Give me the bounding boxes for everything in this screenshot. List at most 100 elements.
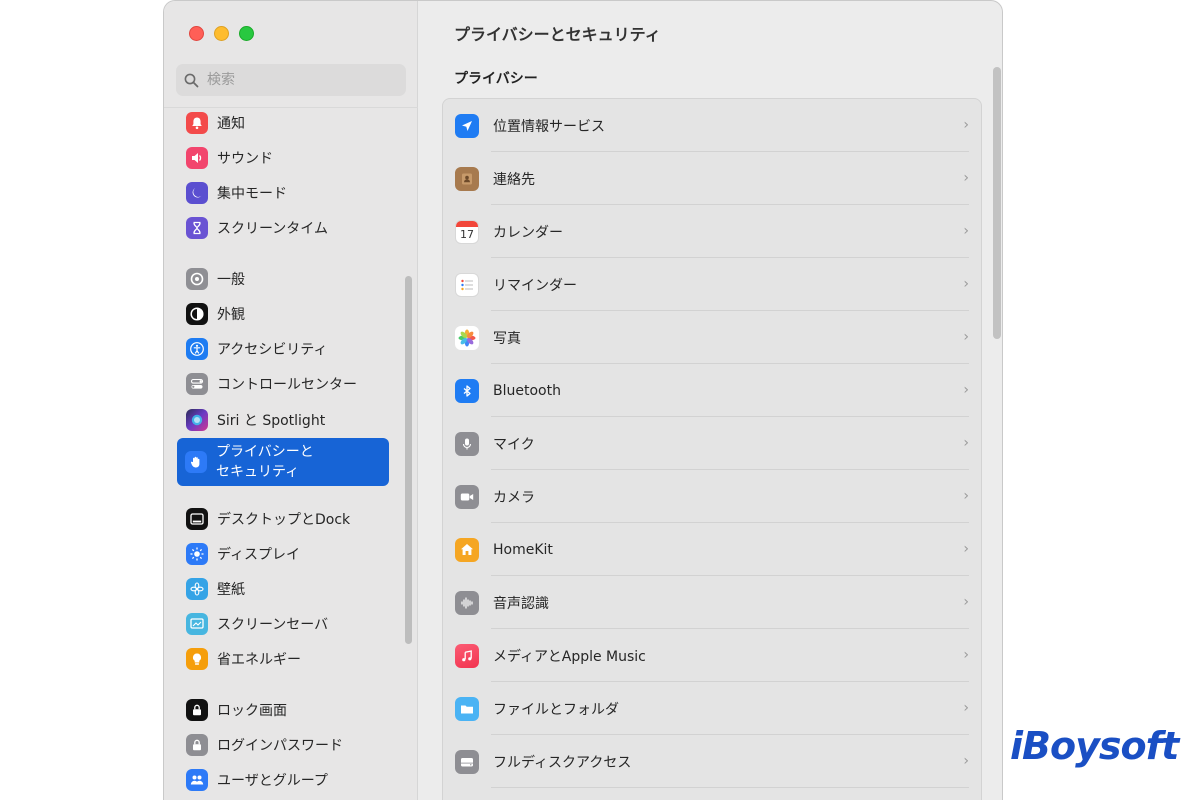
sidebar-item-label: スクリーンタイム [217,221,329,237]
privacy-item-calendar[interactable]: 17 カレンダー › [443,205,981,258]
sidebar-item-label: 一般 [217,272,245,288]
chevron-right-icon: › [963,435,969,451]
chevron-right-icon: › [963,170,969,186]
privacy-item-contacts[interactable]: 連絡先 › [443,152,981,205]
disk-icon [455,749,479,774]
privacy-item-label: メディアとApple Music [493,648,646,665]
music-icon [455,643,479,668]
privacy-item-bluetooth[interactable]: Bluetooth › [443,364,981,417]
sidebar-item-label: プライバシーと セキュリティ [216,444,314,480]
sidebar-item-focus[interactable]: 集中モード [178,178,388,208]
logo-text: iBoysoft [1010,724,1179,768]
chevron-right-icon: › [963,541,969,557]
sidebar-item-label: 外観 [217,307,245,323]
users-icon [186,769,208,791]
chevron-right-icon: › [963,753,969,769]
sidebar-item-siri-spotlight[interactable]: Siri と Spotlight [178,405,388,435]
sidebar-item-desktop-dock[interactable]: デスクトップとDock [178,504,388,534]
bell-icon [186,112,208,134]
privacy-item-media-apple-music[interactable]: メディアとApple Music › [443,629,981,682]
sidebar-item-notifications[interactable]: 通知 [178,108,388,138]
privacy-item-location-services[interactable]: 位置情報サービス › [443,99,981,152]
privacy-item-label: HomeKit [493,541,553,558]
sidebar-item-screen-time[interactable]: スクリーンタイム [178,213,388,243]
reminders-icon [455,272,479,297]
microphone-icon [455,431,479,456]
chevron-right-icon: › [963,329,969,345]
privacy-item-microphone[interactable]: マイク › [443,417,981,470]
sidebar-item-energy-saver[interactable]: 省エネルギー [178,644,388,674]
camera-icon [455,484,479,509]
sidebar-item-label: ロック画面 [217,703,287,719]
privacy-item-homekit[interactable]: HomeKit › [443,523,981,576]
location-arrow-icon [455,113,479,138]
sidebar-item-control-center[interactable]: コントロールセンター [178,369,388,399]
sidebar-item-accessibility[interactable]: アクセシビリティ [178,334,388,364]
accessibility-icon [186,338,208,360]
privacy-item-label: カメラ [493,489,535,506]
chevron-right-icon: › [963,117,969,133]
privacy-item-files-folders[interactable]: ファイルとフォルダ › [443,682,981,735]
privacy-item-photos[interactable]: 写真 › [443,311,981,364]
chevron-right-icon: › [963,382,969,398]
sidebar-item-label: サウンド [217,151,273,167]
search-icon [184,73,199,87]
sidebar: 通知 サウンド 集中モード スクリーンタイム 一般 [164,1,418,800]
zoom-button[interactable] [239,26,254,41]
sidebar-item-label: ディスプレイ [217,547,301,563]
section-title: プライバシー [454,71,538,87]
sidebar-item-users-groups[interactable]: ユーザとグループ [178,765,388,795]
screensaver-icon [186,613,208,635]
close-button[interactable] [189,26,204,41]
chevron-right-icon: › [963,276,969,292]
appearance-icon [186,303,208,325]
watermark-logo: iBoysoft [1010,724,1179,768]
moon-icon [186,182,208,204]
gear-icon [186,268,208,290]
sidebar-item-login-password[interactable]: ログインパスワード [178,730,388,760]
sidebar-item-privacy-security[interactable]: プライバシーと セキュリティ [177,438,389,486]
sidebar-item-general[interactable]: 一般 [178,264,388,294]
page-title: プライバシーとセキュリティ [454,25,661,44]
chevron-right-icon: › [963,647,969,663]
search-input[interactable] [205,71,399,89]
sidebar-item-label: 壁紙 [217,582,245,598]
padlock-icon [186,734,208,756]
sidebar-item-displays[interactable]: ディスプレイ [178,539,388,569]
privacy-item-label: リマインダー [493,277,577,294]
folder-icon [455,696,479,721]
sidebar-item-label: アクセシビリティ [217,342,328,358]
sidebar-item-appearance[interactable]: 外観 [178,299,388,329]
sidebar-item-lock-screen[interactable]: ロック画面 [178,695,388,725]
bluetooth-icon [455,378,479,403]
privacy-item-label: フルディスクアクセス [493,754,632,771]
privacy-item-reminders[interactable]: リマインダー › [443,258,981,311]
sidebar-scrollbar[interactable] [405,276,412,644]
privacy-item-speech-recognition[interactable]: 音声認識 › [443,576,981,629]
sidebar-item-sound[interactable]: サウンド [178,143,388,173]
flower-icon [186,578,208,600]
privacy-item-label: 写真 [493,330,521,347]
sidebar-item-label: 集中モード [217,186,287,202]
sidebar-item-label: 通知 [217,116,245,132]
sidebar-item-label: デスクトップとDock [217,512,351,528]
siri-icon [186,409,208,431]
privacy-item-label: 位置情報サービス [493,118,605,135]
privacy-item-label: ファイルとフォルダ [493,701,619,718]
settings-window: 通知 サウンド 集中モード スクリーンタイム 一般 [163,0,1003,800]
sidebar-item-screensaver[interactable]: スクリーンセーバ [178,609,388,639]
sidebar-item-label: Siri と Spotlight [217,413,326,429]
minimize-button[interactable] [214,26,229,41]
sun-icon [186,543,208,565]
sidebar-item-label: コントロールセンター [217,377,357,393]
privacy-item-label: 連絡先 [493,171,535,188]
speaker-icon [186,147,208,169]
main-scrollbar[interactable] [993,67,1001,339]
waveform-icon [455,590,479,615]
sidebar-item-wallpaper[interactable]: 壁紙 [178,574,388,604]
privacy-item-full-disk-access[interactable]: フルディスクアクセス › [443,735,981,788]
privacy-item-label: 音声認識 [493,595,549,612]
privacy-item-camera[interactable]: カメラ › [443,470,981,523]
search-field[interactable] [176,64,406,96]
calendar-day: 17 [460,227,474,241]
